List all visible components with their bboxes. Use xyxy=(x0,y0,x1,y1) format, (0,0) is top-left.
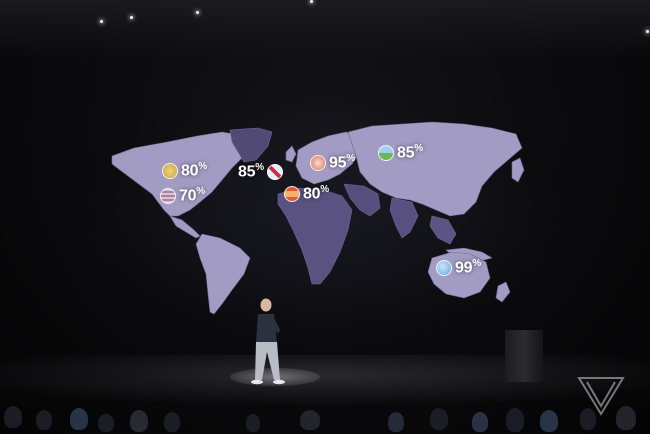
uk-shape xyxy=(285,145,297,163)
new-zealand-shape xyxy=(495,281,511,303)
stat-value: 80 xyxy=(303,185,321,203)
audience-head xyxy=(36,410,52,430)
flag-icon xyxy=(284,185,300,202)
stat-unit: % xyxy=(414,143,423,154)
flag-icon xyxy=(436,259,452,276)
flag-icon xyxy=(310,154,326,171)
audience-head xyxy=(472,412,488,432)
audience-head xyxy=(70,408,88,430)
audience-head xyxy=(430,408,448,430)
audience-head xyxy=(164,412,180,432)
stat-russia: 85% xyxy=(378,143,423,162)
southeast-asia-shape xyxy=(429,215,457,245)
audience-head xyxy=(98,414,114,432)
ceiling xyxy=(0,0,650,60)
ceiling-light xyxy=(196,11,199,14)
audience-head xyxy=(540,410,558,432)
stat-unit: % xyxy=(320,184,329,195)
audience-head xyxy=(300,410,320,430)
flag-icon xyxy=(160,187,176,204)
ceiling-light xyxy=(646,30,649,33)
stat-europe-south: 80% xyxy=(284,184,329,203)
flag-icon xyxy=(378,144,394,161)
central-america-shape xyxy=(169,215,201,239)
stat-unit: % xyxy=(255,162,264,173)
stat-atlantic: 85% xyxy=(238,162,283,181)
triangle-logo-icon xyxy=(577,377,625,416)
stat-europe-central: 95% xyxy=(310,153,355,172)
stat-value: 95 xyxy=(329,154,347,172)
stage-pillar xyxy=(505,330,543,382)
keynote-stage: 80% 70% 85% 95% 80% 85% 99% xyxy=(0,0,650,434)
stat-value: 99 xyxy=(455,259,473,277)
world-map xyxy=(111,121,525,315)
ceiling-light xyxy=(130,16,133,19)
audience-head xyxy=(4,406,22,428)
stat-value: 80 xyxy=(181,162,199,180)
audience-head xyxy=(388,412,404,432)
stat-value: 85 xyxy=(238,163,256,181)
stat-unit: % xyxy=(346,153,355,164)
projection-screen: 80% 70% 85% 95% 80% 85% 99% xyxy=(72,98,572,338)
stat-australia: 99% xyxy=(436,258,481,277)
audience xyxy=(0,392,650,434)
stat-unit: % xyxy=(196,186,205,197)
ceiling-light xyxy=(310,0,313,3)
flag-icon xyxy=(162,162,178,179)
ceiling-light xyxy=(100,20,103,23)
stat-north-america-top: 80% xyxy=(162,161,207,180)
stat-unit: % xyxy=(198,161,207,172)
audience-head xyxy=(506,408,524,432)
flag-icon xyxy=(266,163,283,180)
presenter xyxy=(251,298,285,385)
stat-value: 70 xyxy=(179,187,197,205)
india-shape xyxy=(389,197,419,239)
stat-value: 85 xyxy=(397,144,415,162)
audience-head xyxy=(130,410,148,432)
stat-unit: % xyxy=(472,258,481,269)
japan-shape xyxy=(511,157,525,183)
audience-head xyxy=(246,414,260,432)
stat-north-america-bottom: 70% xyxy=(160,186,205,205)
